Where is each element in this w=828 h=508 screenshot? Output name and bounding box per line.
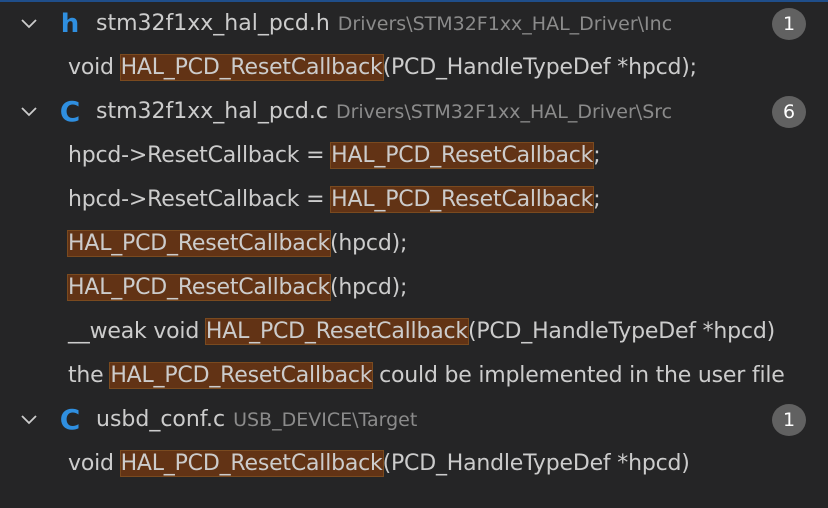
h-header-icon: h — [60, 9, 80, 39]
match-suffix: ; — [593, 187, 601, 212]
match-line[interactable]: void HAL_PCD_ResetCallback(PCD_HandleTyp… — [0, 442, 828, 486]
file-path: Drivers\STM32F1xx_HAL_Driver\Src — [335, 101, 673, 123]
match-prefix: hpcd->ResetCallback = — [68, 143, 332, 168]
match-highlight: HAL_PCD_ResetCallback — [119, 54, 384, 81]
match-prefix: void — [68, 451, 121, 476]
match-highlight: HAL_PCD_ResetCallback — [66, 230, 332, 257]
file-name-label: stm32f1xx_hal_pcd.h — [96, 11, 330, 36]
match-line[interactable]: the HAL_PCD_ResetCallback could be imple… — [0, 354, 828, 398]
match-suffix: (hpcd); — [330, 231, 408, 256]
match-prefix: __weak void — [68, 319, 206, 344]
match-count-badge: 1 — [772, 8, 806, 40]
match-line[interactable]: hpcd->ResetCallback = HAL_PCD_ResetCallb… — [0, 178, 828, 222]
match-highlight: HAL_PCD_ResetCallback — [204, 318, 469, 345]
match-prefix: hpcd->ResetCallback = — [68, 187, 332, 212]
chevron-down-icon[interactable] — [18, 101, 40, 123]
match-highlight: HAL_PCD_ResetCallback — [330, 186, 595, 213]
file-name-label: stm32f1xx_hal_pcd.c — [96, 99, 328, 124]
match-highlight: HAL_PCD_ResetCallback — [109, 362, 374, 389]
chevron-down-icon[interactable] — [18, 409, 40, 431]
match-suffix: (PCD_HandleTypeDef *hpcd); — [382, 55, 697, 80]
file-name-label: usbd_conf.c — [96, 407, 226, 432]
match-line[interactable]: HAL_PCD_ResetCallback(hpcd); — [0, 266, 828, 310]
match-highlight: HAL_PCD_ResetCallback — [330, 142, 595, 169]
file-result-row[interactable]: h stm32f1xx_hal_pcd.h Drivers\STM32F1xx_HA… — [0, 2, 828, 46]
match-highlight: HAL_PCD_ResetCallback — [66, 274, 332, 301]
search-results-tree: h stm32f1xx_hal_pcd.h Drivers\STM32F1xx_HA… — [0, 0, 828, 508]
match-suffix: (hpcd); — [330, 275, 408, 300]
file-result-row[interactable]: Cusbd_conf.c USB_DEVICE\Target 1 — [0, 398, 828, 442]
file-name: stm32f1xx_hal_pcd.c Drivers\STM32F1xx_HAL… — [96, 90, 672, 134]
match-prefix: the — [68, 363, 111, 388]
file-name: stm32f1xx_hal_pcd.h Drivers\STM32F1xx_HAL… — [96, 2, 672, 46]
c-source-icon: C — [59, 403, 81, 436]
file-name: usbd_conf.c USB_DEVICE\Target — [96, 398, 417, 442]
match-line[interactable]: void HAL_PCD_ResetCallback(PCD_HandleTyp… — [0, 46, 828, 90]
file-result-row[interactable]: Cstm32f1xx_hal_pcd.c Drivers\STM32F1xx_HA… — [0, 90, 828, 134]
match-suffix: (PCD_HandleTypeDef *hpcd) — [467, 319, 775, 344]
match-suffix: (PCD_HandleTypeDef *hpcd) — [382, 451, 690, 476]
match-count-badge: 6 — [772, 96, 806, 128]
c-source-icon: C — [59, 95, 81, 128]
match-line[interactable]: HAL_PCD_ResetCallback(hpcd); — [0, 222, 828, 266]
file-path: USB_DEVICE\Target — [233, 409, 418, 431]
match-prefix: void — [68, 55, 121, 80]
match-line[interactable]: __weak void HAL_PCD_ResetCallback(PCD_Ha… — [0, 310, 828, 354]
match-highlight: HAL_PCD_ResetCallback — [119, 450, 384, 477]
match-line[interactable]: hpcd->ResetCallback = HAL_PCD_ResetCallb… — [0, 134, 828, 178]
chevron-down-icon[interactable] — [18, 13, 40, 35]
match-suffix: ; — [593, 143, 601, 168]
file-path: Drivers\STM32F1xx_HAL_Driver\Inc — [337, 13, 673, 35]
match-suffix: could be implemented in the user file — [372, 363, 785, 388]
match-count-badge: 1 — [772, 404, 806, 436]
